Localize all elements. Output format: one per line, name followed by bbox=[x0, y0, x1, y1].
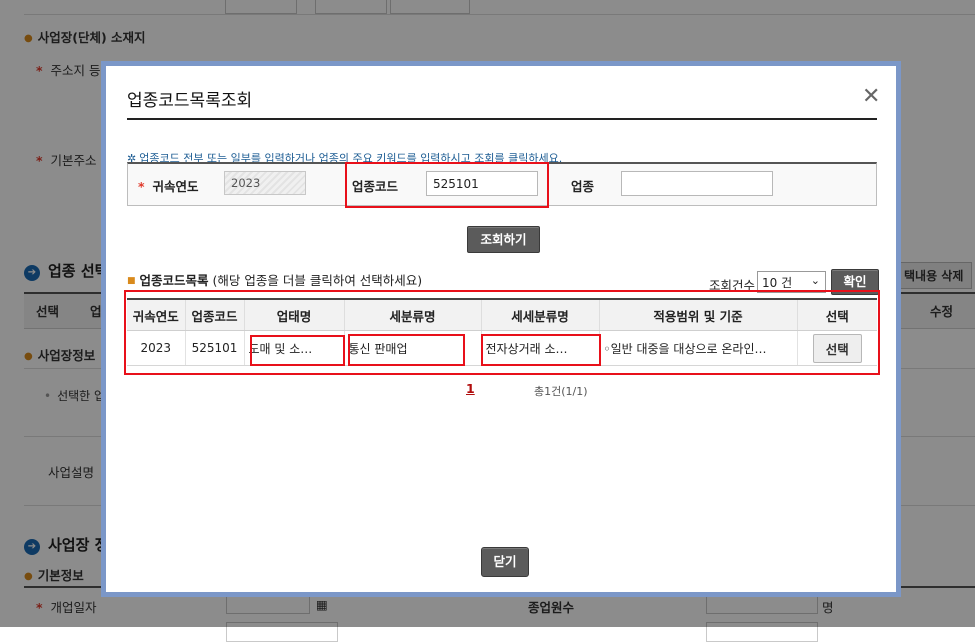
cell-detail-class: 전자상거래 소… bbox=[480, 330, 599, 366]
table-row[interactable]: 2023 525101 도매 및 소… 통신 판매업 전자상거래 소… ◦일반 … bbox=[127, 330, 877, 366]
close-icon[interactable]: ✕ bbox=[862, 86, 880, 108]
search-form: *귀속연도 2023 업종코드 업종 bbox=[127, 162, 877, 206]
code-input[interactable] bbox=[426, 171, 538, 196]
cell-year: 2023 bbox=[127, 330, 185, 366]
industry-name-input[interactable] bbox=[621, 171, 773, 196]
industry-name-label: 업종 bbox=[571, 179, 595, 194]
cell-code: 525101 bbox=[184, 330, 244, 366]
year-field: 2023 bbox=[224, 171, 306, 195]
confirm-button[interactable]: 확인 bbox=[831, 269, 879, 295]
list-title: ■ 업종코드목록 (해당 업종을 더블 클릭하여 선택하세요) bbox=[127, 273, 423, 288]
cell-select: 선택 bbox=[796, 330, 877, 366]
chevron-down-icon: ⌄ bbox=[810, 274, 820, 287]
code-label: 업종코드 bbox=[352, 179, 399, 194]
total-count: 총1건(1/1) bbox=[534, 385, 588, 398]
col-detail-class: 세세분류명 bbox=[480, 298, 599, 331]
cell-sub-class: 통신 판매업 bbox=[343, 330, 481, 366]
row-select-button[interactable]: 선택 bbox=[812, 333, 862, 363]
page-link-1[interactable]: 1 bbox=[466, 381, 475, 396]
count-select[interactable]: 10 건 ⌄ bbox=[757, 271, 826, 293]
industry-code-modal: 업종코드목록조회 ✕ ✲ 업종코드 전부 또는 일부를 입력하거나 업종의 주요 … bbox=[101, 61, 901, 597]
col-code: 업종코드 bbox=[184, 298, 244, 331]
count-label: 조회건수 bbox=[709, 278, 756, 293]
industry-code-table: 귀속연도 업종코드 업태명 세분류명 세세분류명 적용범위 및 기준 선택 20… bbox=[127, 298, 877, 366]
close-button[interactable]: 닫기 bbox=[481, 547, 529, 577]
title-divider bbox=[127, 118, 877, 120]
modal-title: 업종코드목록조회 bbox=[127, 91, 253, 111]
col-select: 선택 bbox=[796, 298, 877, 331]
col-sub-class: 세분류명 bbox=[343, 298, 481, 331]
cell-biz-type: 도매 및 소… bbox=[243, 330, 344, 366]
year-label: * 귀속연도 bbox=[138, 179, 199, 194]
col-scope: 적용범위 및 기준 bbox=[598, 298, 797, 331]
search-button[interactable]: 조회하기 bbox=[467, 226, 540, 253]
col-year: 귀속연도 bbox=[127, 298, 185, 331]
cell-scope: ◦일반 대중을 대상으로 온라인… bbox=[598, 330, 797, 366]
col-biz-type: 업태명 bbox=[243, 298, 344, 331]
